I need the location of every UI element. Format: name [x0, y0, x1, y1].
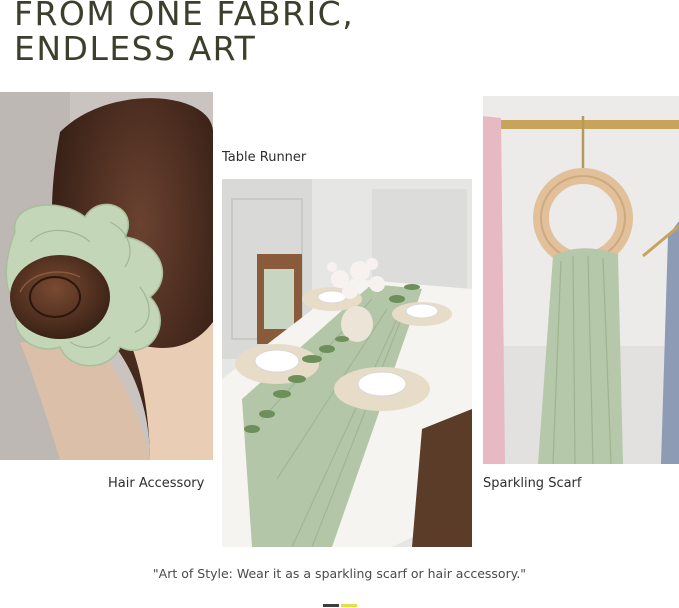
- pager-dot-active[interactable]: [323, 604, 339, 607]
- table-runner-photo: [222, 179, 472, 547]
- sparkling-scarf-photo: [483, 96, 679, 464]
- table-runner-label: Table Runner: [222, 150, 307, 165]
- style-quote: "Art of Style: Wear it as a sparkling sc…: [152, 566, 527, 581]
- pager-dot[interactable]: [341, 604, 357, 607]
- title-line-2: ENDLESS ART: [14, 29, 257, 68]
- page-title: FROM ONE FABRIC, ENDLESS ART: [14, 0, 354, 66]
- hair-accessory-label: Hair Accessory: [108, 476, 205, 491]
- sparkling-scarf-label: Sparkling Scarf: [483, 476, 582, 491]
- carousel-pager: [323, 604, 357, 607]
- hair-accessory-photo: [0, 92, 213, 460]
- title-line-1: FROM ONE FABRIC,: [14, 0, 355, 33]
